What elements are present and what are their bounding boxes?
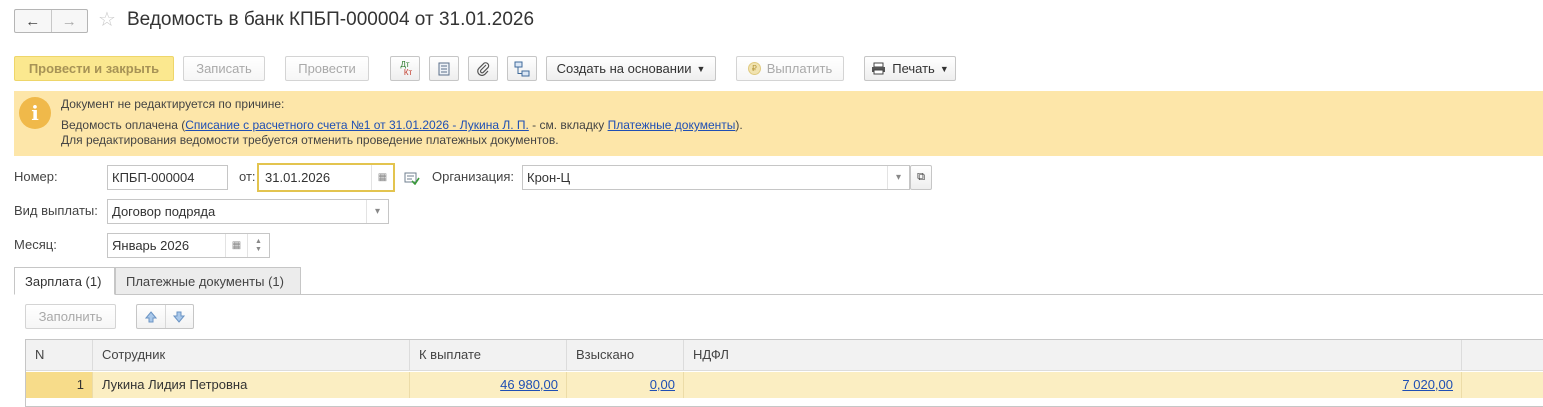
create-based-on-label: Создать на основании (556, 61, 692, 76)
create-based-on-button[interactable]: Создать на основании ▼ (546, 56, 716, 81)
number-value: КПБП-000004 (112, 170, 195, 185)
banner-line-3: Для редактирования ведомости требуется о… (61, 133, 559, 147)
arrow-down-icon (173, 311, 186, 323)
payment-type-label: Вид выплаты: (14, 203, 98, 218)
salary-table: N Сотрудник К выплате Взыскано НДФЛ 1 Лу… (25, 339, 1543, 407)
history-nav: ← → (14, 9, 88, 33)
coin-icon: ₽ (747, 62, 761, 75)
dt-kt-button[interactable]: Дт Кт (390, 56, 420, 81)
column-header-withheld[interactable]: Взыскано (567, 340, 684, 371)
attach-button[interactable] (468, 56, 498, 81)
column-header-ndfl[interactable]: НДФЛ (684, 340, 1462, 371)
fill-button[interactable]: Заполнить (25, 304, 116, 329)
banner-line-1: Документ не редактируется по причине: (61, 97, 285, 111)
chevron-down-icon[interactable]: ▾ (366, 200, 388, 223)
forward-button[interactable]: → (50, 10, 88, 32)
post-and-close-button[interactable]: Провести и закрыть (14, 56, 174, 81)
table-row[interactable]: 1 Лукина Лидия Петровна 46 980,00 0,00 7… (26, 372, 1543, 398)
payment-type-value: Договор подряда (112, 204, 216, 219)
back-button[interactable]: ← (15, 10, 51, 32)
structure-button[interactable] (507, 56, 537, 81)
open-window-icon: ⧉ (917, 171, 925, 183)
move-up-button[interactable] (137, 305, 166, 328)
move-down-button[interactable] (166, 305, 194, 328)
arrow-up-icon (144, 310, 157, 322)
column-header-employee[interactable]: Сотрудник (93, 340, 410, 371)
info-icon: i (19, 97, 51, 129)
banner-line-2: Ведомость оплачена (Списание с расчетног… (61, 118, 743, 133)
printer-icon (872, 62, 886, 75)
hierarchy-icon (514, 61, 530, 76)
arrow-right-icon: → (61, 12, 77, 30)
date-field[interactable]: 31.01.2026 ▦ (257, 163, 395, 192)
employee-cell[interactable]: Лукина Лидия Петровна (93, 372, 410, 398)
chevron-down-icon[interactable]: ▾ (887, 166, 909, 189)
month-stepper[interactable]: ▲ ▼ (247, 234, 269, 257)
column-header-to-pay[interactable]: К выплате (410, 340, 567, 371)
column-header-n[interactable]: N (26, 340, 93, 371)
tab-payment-documents[interactable]: Платежные документы (1) (115, 267, 301, 295)
calendar-icon[interactable]: ▦ (225, 234, 247, 257)
print-label: Печать (892, 61, 935, 76)
move-buttons (136, 304, 194, 329)
document-list-icon (438, 62, 450, 75)
month-label: Месяц: (14, 237, 57, 252)
payment-type-field[interactable]: Договор подряда ▾ (107, 199, 389, 224)
page-title: Ведомость в банк КПБП-000004 от 31.01.20… (127, 9, 535, 30)
payment-document-link[interactable]: Списание с расчетного счета №1 от 31.01.… (185, 118, 529, 132)
list-button[interactable] (429, 56, 459, 81)
ndfl-link[interactable]: 7 020,00 (1402, 377, 1453, 392)
ndfl-cell[interactable]: 7 020,00 (684, 372, 1462, 398)
chevron-down-icon: ▼ (696, 63, 706, 74)
stepper-down-icon[interactable]: ▼ (255, 246, 262, 254)
open-organization-button[interactable]: ⧉ (910, 165, 932, 190)
chevron-down-icon: ▼ (939, 63, 949, 74)
withheld-cell[interactable]: 0,00 (567, 372, 684, 398)
organization-label: Организация: (432, 169, 515, 184)
banner-text-prefix: Ведомость оплачена ( (61, 118, 186, 132)
date-value: 31.01.2026 (265, 170, 331, 185)
banner-text-suffix: ). (735, 118, 743, 132)
organization-field[interactable]: Крон-Ц ▾ (522, 165, 910, 190)
to-pay-cell[interactable]: 46 980,00 (410, 372, 567, 398)
organization-value: Крон-Ц (527, 170, 571, 185)
number-label: Номер: (14, 169, 58, 184)
month-value: Январь 2026 (112, 238, 190, 253)
post-button[interactable]: Провести (285, 56, 369, 81)
withheld-link[interactable]: 0,00 (650, 377, 675, 392)
pay-button[interactable]: ₽ Выплатить (736, 56, 844, 81)
stepper-up-icon[interactable]: ▲ (255, 238, 262, 246)
banner-text-mid: - см. вкладку (528, 118, 608, 132)
month-field[interactable]: Январь 2026 ▦ ▲ ▼ (107, 233, 270, 258)
to-pay-link[interactable]: 46 980,00 (500, 377, 558, 392)
write-button[interactable]: Записать (183, 56, 265, 81)
kt-icon: Кт (403, 67, 413, 77)
tab-salary[interactable]: Зарплата (1) (14, 267, 115, 295)
calendar-icon[interactable]: ▦ (371, 165, 393, 190)
print-button[interactable]: Печать ▼ (864, 56, 956, 81)
payment-docs-tab-link[interactable]: Платежные документы (608, 118, 736, 132)
table-header: N Сотрудник К выплате Взыскано НДФЛ (26, 340, 1543, 371)
approve-icon[interactable] (404, 171, 420, 186)
tab-divider (14, 294, 1543, 295)
paperclip-icon (477, 61, 490, 76)
date-label: от: (239, 169, 256, 184)
row-number[interactable]: 1 (26, 372, 93, 398)
favorite-star-icon[interactable]: ☆ (98, 9, 116, 31)
arrow-left-icon: ← (25, 12, 41, 30)
number-field[interactable]: КПБП-000004 (107, 165, 228, 190)
pay-label: Выплатить (766, 61, 833, 76)
